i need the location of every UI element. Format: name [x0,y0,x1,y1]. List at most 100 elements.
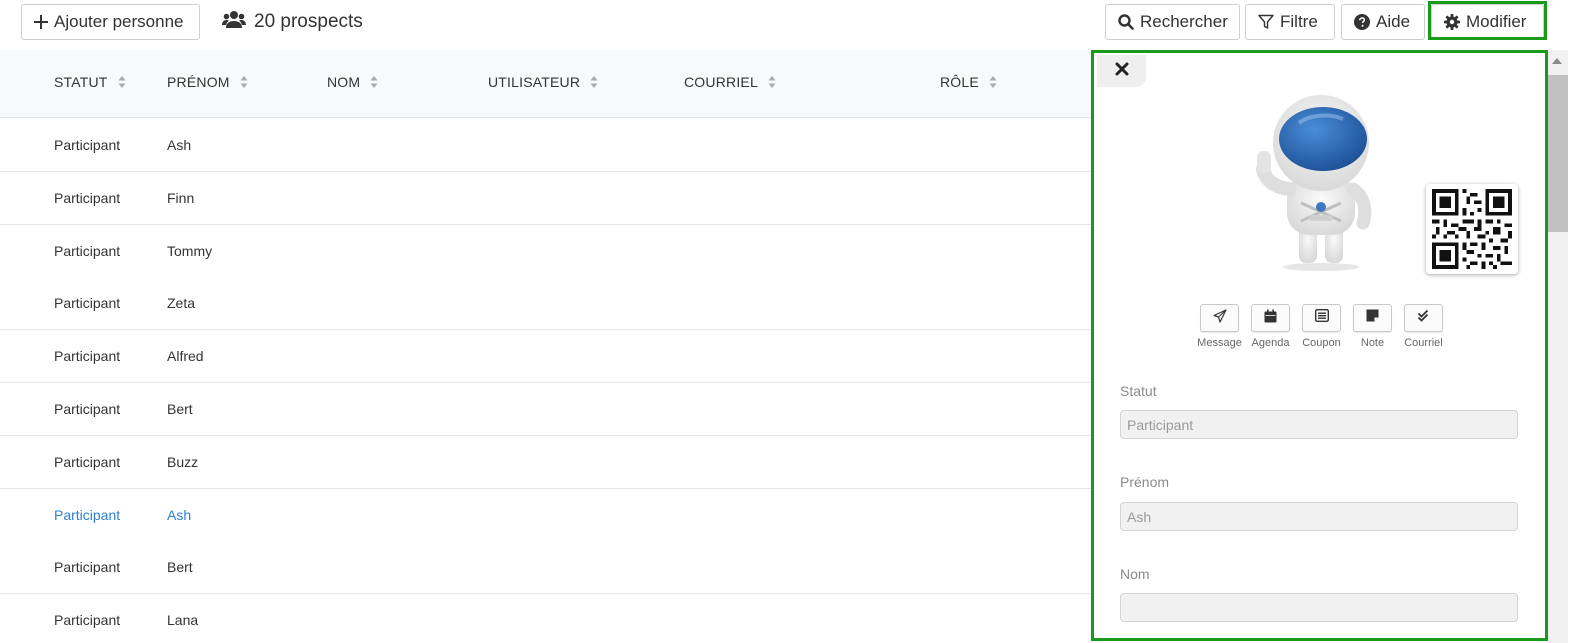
scrollbar-thumb[interactable] [1548,75,1568,232]
nom-field[interactable] [1120,593,1518,622]
cell-prenom: Buzz [167,454,199,470]
cell-statut: Participant [54,243,121,259]
cell-prenom: Ash [167,507,192,523]
action-courriel: Courriel [1398,304,1449,349]
plus-icon [34,15,48,29]
sort-icon [590,75,598,89]
statut-field[interactable] [1120,410,1518,439]
prospects-table: STATUT PRÉNOM NOM UTILISATEUR COURRIEL R… [0,50,1091,643]
column-header-label: RÔLE [940,74,979,90]
action-coupon: Coupon [1296,304,1347,349]
cell-prenom: Lana [167,612,199,628]
help-button[interactable]: Aide [1341,4,1425,40]
table-row[interactable]: Participant Bert [0,383,1091,436]
toolbar: Ajouter personne 20 prospects Rechercher… [0,0,1571,50]
courriel-button[interactable] [1404,304,1443,332]
table-row[interactable]: Participant Zeta [0,277,1091,330]
help-label: Aide [1376,12,1411,31]
gear-icon [1444,14,1460,30]
table-row[interactable]: Participant Buzz [0,436,1091,489]
cell-statut: Participant [54,612,121,628]
person-detail-panel: Message Agenda Coupon Note Courriel Stat… [1091,50,1548,641]
cell-statut: Participant [54,454,121,470]
search-button[interactable]: Rechercher [1105,4,1240,40]
column-header-label: NOM [327,74,361,90]
table-row[interactable]: Participant Bert [0,541,1091,594]
scroll-up-arrow-icon[interactable] [1552,58,1562,64]
search-icon [1118,14,1134,30]
message-button[interactable] [1200,304,1239,332]
modify-label: Modifier [1466,12,1527,31]
column-header-utilisateur[interactable]: UTILISATEUR [488,74,598,90]
prenom-field[interactable] [1120,502,1518,531]
statut-label: Statut [1120,383,1157,399]
column-header-label: PRÉNOM [167,74,230,90]
cell-statut: Participant [54,559,121,575]
avatar [1249,93,1389,271]
action-label: Note [1360,337,1385,349]
scrollbar[interactable] [1548,50,1568,643]
close-icon [1115,62,1129,81]
cell-prenom: Finn [167,190,195,206]
cell-prenom: Alfred [167,348,204,364]
column-header-label: UTILISATEUR [488,74,581,90]
column-header-role[interactable]: RÔLE [940,74,997,90]
sort-icon [989,75,997,89]
cell-prenom: Ash [167,137,192,153]
action-agenda: Agenda [1245,304,1296,349]
search-label: Rechercher [1140,12,1228,31]
cell-statut: Participant [54,348,121,364]
cell-statut: Participant [54,137,121,153]
quick-actions: Message Agenda Coupon Note Courriel [1194,304,1449,349]
question-circle-icon [1354,14,1370,30]
qr-code-icon [1426,184,1518,274]
column-header-label: STATUT [54,74,108,90]
table-row-selected[interactable]: Participant Ash [0,489,1091,542]
filter-label: Filtre [1280,12,1318,31]
paper-plane-icon [1212,308,1227,328]
close-panel-button[interactable] [1097,55,1146,87]
cell-statut: Participant [54,401,121,417]
calendar-icon [1264,309,1277,328]
cell-statut: Participant [54,507,121,523]
action-label: Courriel [1404,337,1443,349]
table-header: STATUT PRÉNOM NOM UTILISATEUR COURRIEL R… [0,50,1091,118]
cell-prenom: Bert [167,401,193,417]
cell-prenom: Zeta [167,295,196,311]
table-row[interactable]: Participant Lana [0,594,1091,643]
table-row[interactable]: Participant Tommy [0,225,1091,278]
coupon-button[interactable] [1302,304,1341,332]
prenom-label: Prénom [1120,474,1170,490]
sort-icon [240,75,248,89]
action-label: Message [1197,337,1242,349]
filter-button[interactable]: Filtre [1245,4,1335,40]
table-row[interactable]: Participant Alfred [0,330,1091,383]
add-person-button[interactable]: Ajouter personne [21,4,200,40]
cell-prenom: Bert [167,559,193,575]
note-button[interactable] [1353,304,1392,332]
table-row[interactable]: Participant Finn [0,172,1091,225]
cell-prenom: Tommy [167,243,213,259]
action-label: Agenda [1251,337,1290,349]
prospects-count: 20 prospects [222,10,363,34]
action-note: Note [1347,304,1398,349]
column-header-nom[interactable]: NOM [327,74,378,90]
column-header-prenom[interactable]: PRÉNOM [167,74,248,90]
agenda-button[interactable] [1251,304,1290,332]
nom-label: Nom [1120,566,1150,582]
users-icon [222,10,246,34]
column-header-courriel[interactable]: COURRIEL [684,74,776,90]
cell-statut: Participant [54,190,121,206]
prospects-label: 20 prospects [254,11,363,32]
sort-icon [118,75,126,89]
coupon-icon [1314,308,1329,327]
table-row[interactable]: Participant Ash [0,119,1091,172]
column-header-label: COURRIEL [684,74,758,90]
action-label: Coupon [1302,337,1341,349]
note-icon [1366,309,1379,327]
sort-icon [768,75,776,89]
action-message: Message [1194,304,1245,349]
column-header-statut[interactable]: STATUT [54,74,126,90]
modify-button[interactable]: Modifier [1431,4,1544,40]
cell-statut: Participant [54,295,121,311]
